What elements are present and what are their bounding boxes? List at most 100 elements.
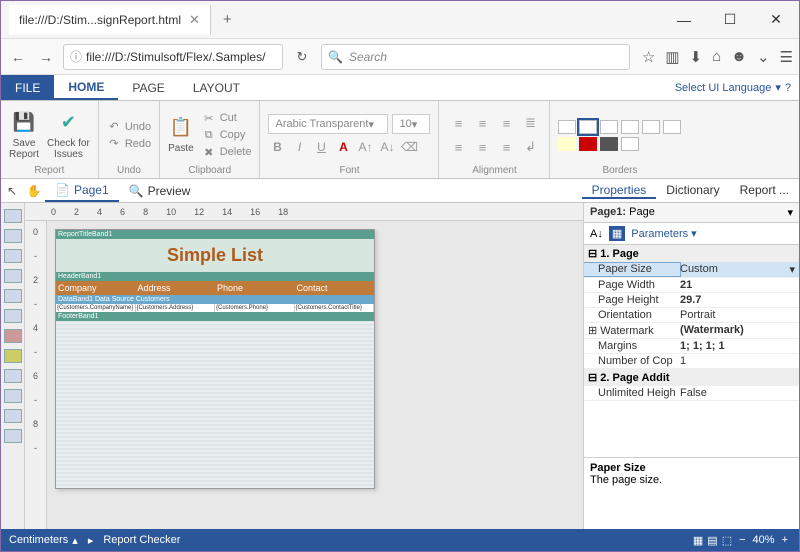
- paste-button[interactable]: 📋 Paste: [168, 116, 194, 154]
- align-top-right[interactable]: ≡: [495, 112, 517, 134]
- delete-button[interactable]: ✖Delete: [202, 146, 252, 159]
- forward-button[interactable]: →: [35, 46, 57, 68]
- prop-orientation[interactable]: OrientationPortrait: [584, 308, 799, 323]
- page1-tab[interactable]: 📄Page1: [45, 179, 119, 202]
- underline-button[interactable]: U: [312, 138, 330, 156]
- back-button[interactable]: ←: [7, 46, 29, 68]
- header-band[interactable]: HeaderBand1: [56, 272, 374, 281]
- preview-tab[interactable]: 🔍Preview: [119, 179, 201, 202]
- grow-font-button[interactable]: A↑: [356, 138, 374, 156]
- prop-copies[interactable]: Number of Cop1: [584, 354, 799, 369]
- prop-unlimited-height[interactable]: Unlimited HeighFalse: [584, 386, 799, 401]
- align-justify[interactable]: ≣: [519, 112, 541, 134]
- font-size-select[interactable]: 10 ▾: [392, 114, 430, 134]
- font-name-select[interactable]: Arabic Transparent ▾: [268, 114, 388, 134]
- cut-button[interactable]: ✂Cut: [202, 112, 252, 125]
- zoom-out-button[interactable]: −: [736, 534, 748, 546]
- properties-header[interactable]: Page1: Page ▾: [584, 203, 799, 223]
- align-top-center[interactable]: ≡: [471, 112, 493, 134]
- align-mid-center[interactable]: ≡: [471, 136, 493, 158]
- zoom-in-button[interactable]: +: [779, 534, 791, 546]
- minimize-button[interactable]: —: [661, 5, 707, 35]
- new-tab-button[interactable]: +: [223, 11, 232, 28]
- clear-format-button[interactable]: ⌫: [400, 138, 418, 156]
- toolbox-item[interactable]: [4, 229, 22, 243]
- align-top-left[interactable]: ≡: [447, 112, 469, 134]
- prop-section-page-addit[interactable]: ⊟ 2. Page Addit: [584, 369, 799, 386]
- toolbox-item[interactable]: [4, 389, 22, 403]
- copy-button[interactable]: ⧉Copy: [202, 129, 252, 142]
- close-icon[interactable]: ✕: [189, 12, 200, 28]
- home-icon[interactable]: ⌂: [712, 48, 721, 66]
- bold-button[interactable]: B: [268, 138, 286, 156]
- library-icon[interactable]: ▥: [665, 48, 679, 66]
- download-icon[interactable]: ⬇: [690, 48, 703, 66]
- dictionary-panel-tab[interactable]: Dictionary: [656, 183, 729, 199]
- undo-button[interactable]: ↶Undo: [107, 120, 151, 133]
- toolbox-item[interactable]: [4, 249, 22, 263]
- close-window-button[interactable]: ✕: [753, 5, 799, 35]
- toolbox-item[interactable]: [4, 269, 22, 283]
- border-style[interactable]: [621, 137, 639, 151]
- prop-page-width[interactable]: Page Width21: [584, 278, 799, 293]
- border-color[interactable]: [579, 137, 597, 151]
- units-selector[interactable]: Centimeters ▴: [9, 534, 78, 547]
- data-row[interactable]: {Customers.CompanyName}{Customers.Addres…: [56, 304, 374, 312]
- toolbox-item[interactable]: [4, 329, 22, 343]
- report-title-band[interactable]: ReportTitleBand1: [56, 230, 374, 239]
- font-color-button[interactable]: A: [334, 138, 352, 156]
- parameters-dropdown[interactable]: Parameters ▾: [631, 227, 696, 240]
- footer-band[interactable]: FooterBand1: [56, 312, 374, 321]
- toolbox-item[interactable]: [4, 309, 22, 323]
- border-right[interactable]: [642, 120, 660, 134]
- border-bottom[interactable]: [663, 120, 681, 134]
- align-mid-left[interactable]: ≡: [447, 136, 469, 158]
- url-input[interactable]: ⓘ file:///D:/Stimulsoft/Flex/.Samples/: [63, 44, 283, 70]
- italic-button[interactable]: I: [290, 138, 308, 156]
- pocket-icon[interactable]: ⌄: [757, 48, 770, 66]
- redo-button[interactable]: ↷Redo: [107, 137, 151, 150]
- shadow-color[interactable]: [600, 137, 618, 151]
- zoom-level[interactable]: 40%: [753, 534, 775, 546]
- help-icon[interactable]: ?: [785, 82, 791, 94]
- home-tab[interactable]: HOME: [54, 75, 118, 100]
- toolbox-item[interactable]: [4, 409, 22, 423]
- report-page[interactable]: ReportTitleBand1 Simple List HeaderBand1…: [55, 229, 375, 489]
- page-tab[interactable]: PAGE: [118, 75, 178, 100]
- prop-page-height[interactable]: Page Height29.7: [584, 293, 799, 308]
- chevron-down-icon[interactable]: ▾: [787, 206, 793, 219]
- border-top[interactable]: [621, 120, 639, 134]
- sort-az-button[interactable]: A↓: [590, 228, 603, 240]
- border-left[interactable]: [600, 120, 618, 134]
- prop-watermark[interactable]: ⊞ Watermark(Watermark): [584, 323, 799, 339]
- reload-button[interactable]: ↻: [289, 49, 315, 65]
- fill-color[interactable]: [558, 137, 576, 151]
- pointer-tool[interactable]: ↖: [1, 180, 23, 202]
- properties-panel-tab[interactable]: Properties: [582, 183, 657, 199]
- smile-icon[interactable]: ☻: [731, 48, 747, 66]
- data-band[interactable]: DataBand1 Data Source Customers: [56, 295, 374, 304]
- browser-tab[interactable]: file:///D:/Stim...signReport.html ✕: [9, 5, 211, 35]
- hand-tool[interactable]: ✋: [23, 180, 45, 202]
- shrink-font-button[interactable]: A↓: [378, 138, 396, 156]
- chevron-down-icon[interactable]: ▾: [789, 263, 795, 276]
- align-mid-right[interactable]: ≡: [495, 136, 517, 158]
- report-panel-tab[interactable]: Report ...: [730, 183, 799, 199]
- column-headers[interactable]: CompanyAddressPhoneContact: [56, 281, 374, 295]
- border-none[interactable]: [558, 120, 576, 134]
- maximize-button[interactable]: ☐: [707, 5, 753, 35]
- layout-tab[interactable]: LAYOUT: [179, 75, 254, 100]
- toolbox-item[interactable]: [4, 209, 22, 223]
- file-tab[interactable]: FILE: [1, 75, 54, 100]
- toolbox-item[interactable]: [4, 289, 22, 303]
- wrap-text[interactable]: ↲: [519, 136, 541, 158]
- save-report-button[interactable]: 💾 Save Report: [9, 111, 39, 160]
- language-selector[interactable]: Select UI Language▾?: [667, 75, 799, 100]
- view-mode-icon[interactable]: ▦: [693, 534, 703, 547]
- toolbox-item[interactable]: [4, 429, 22, 443]
- prop-margins[interactable]: Margins1; 1; 1; 1: [584, 339, 799, 354]
- prop-paper-size[interactable]: Paper SizeCustom ▾: [584, 262, 799, 278]
- page-surface[interactable]: ReportTitleBand1 Simple List HeaderBand1…: [47, 221, 583, 529]
- view-mode-icon[interactable]: ⬚: [722, 534, 732, 547]
- report-title-text[interactable]: Simple List: [56, 239, 374, 272]
